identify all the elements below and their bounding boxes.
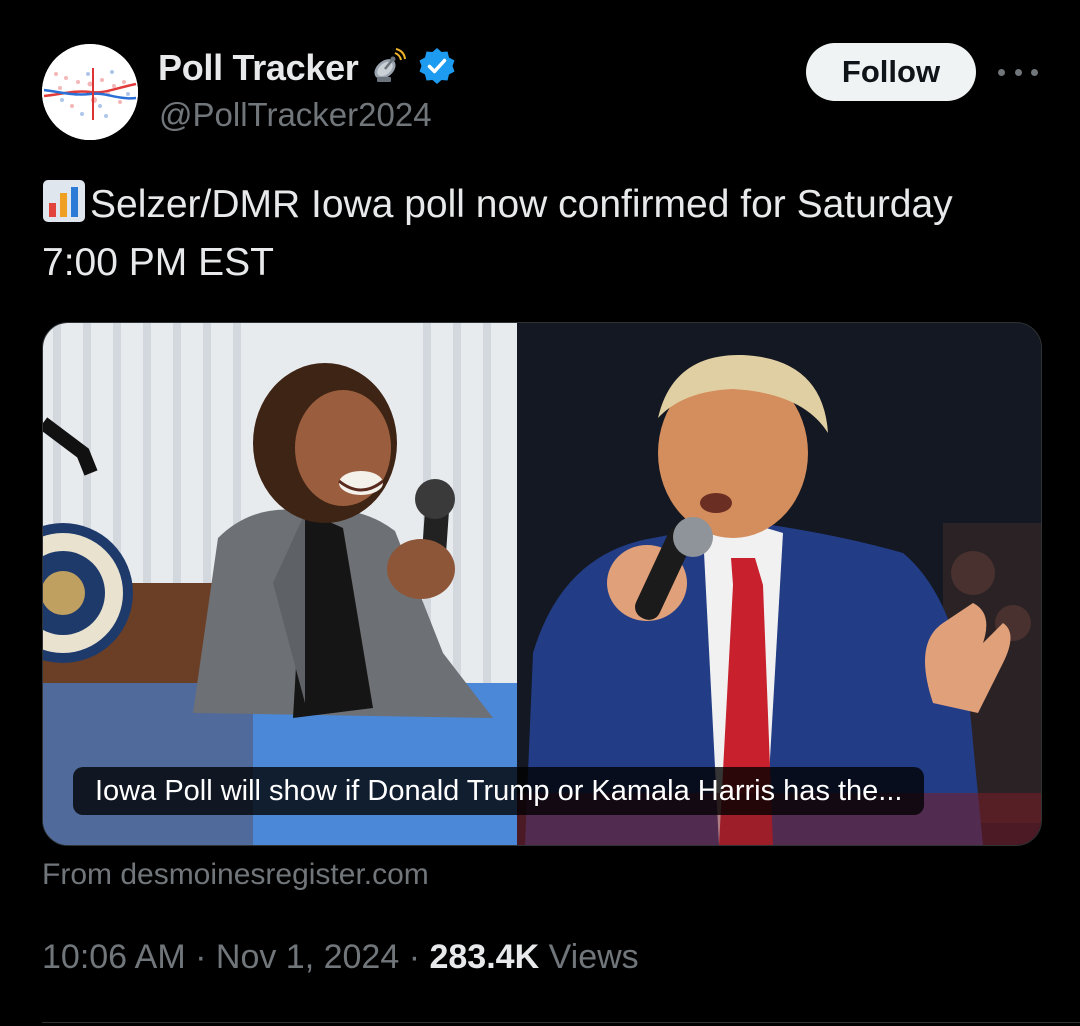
link-preview-card[interactable]: Iowa Poll will show if Donald Trump or K… xyxy=(42,322,1042,846)
views-label: Views xyxy=(548,938,639,976)
follow-button[interactable]: Follow xyxy=(806,43,976,101)
tweet-meta: 10:06 AM · Nov 1, 2024 · 283.4K Views xyxy=(42,938,639,977)
author-name-row[interactable]: Poll Tracker xyxy=(158,46,457,90)
views-count: 283.4K xyxy=(429,938,540,976)
tweet-text: Selzer/DMR Iowa poll now confirmed for S… xyxy=(42,176,1052,292)
verified-badge-icon[interactable] xyxy=(417,46,457,91)
author-handle[interactable]: @PollTracker2024 xyxy=(159,96,432,134)
poll-chart-avatar-image xyxy=(42,44,138,140)
more-dot xyxy=(1014,68,1022,76)
tweet-time[interactable]: 10:06 AM xyxy=(42,938,186,976)
bar-chart-icon xyxy=(42,179,86,222)
divider xyxy=(42,1022,1080,1023)
more-dot xyxy=(998,68,1005,76)
tweet-date[interactable]: Nov 1, 2024 xyxy=(216,938,399,976)
link-card-caption[interactable]: Iowa Poll will show if Donald Trump or K… xyxy=(73,767,925,815)
tweet-text-line1: Selzer/DMR Iowa poll now confirmed for S… xyxy=(90,183,953,226)
more-options-icon[interactable] xyxy=(998,58,1038,86)
author-display-name[interactable]: Poll Tracker xyxy=(158,47,359,89)
satellite-antenna-icon xyxy=(369,47,407,90)
link-source[interactable]: From desmoinesregister.com xyxy=(42,858,429,892)
meta-separator: · xyxy=(195,938,207,976)
meta-separator: · xyxy=(408,938,421,976)
tweet-text-line2: 7:00 PM EST xyxy=(42,241,274,284)
avatar[interactable] xyxy=(42,44,138,140)
more-dot xyxy=(1031,68,1038,76)
